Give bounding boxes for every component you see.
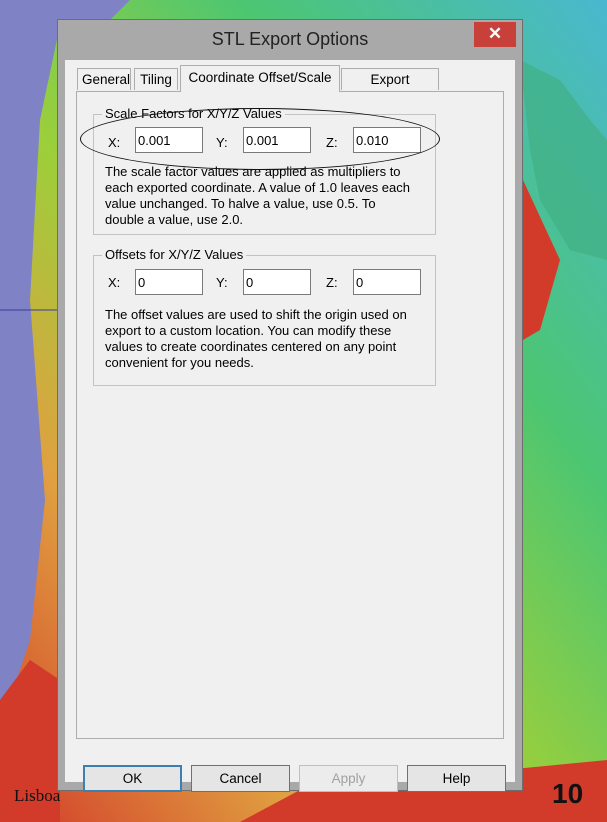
help-button[interactable]: Help bbox=[407, 765, 506, 792]
map-label-lisboa: Lisboa bbox=[14, 786, 61, 805]
scale-y-input[interactable] bbox=[243, 127, 311, 153]
tab-panel-coordinate-offset-scale: Scale Factors for X/Y/Z Values X: Y: Z: … bbox=[76, 91, 504, 739]
scale-factors-group: Scale Factors for X/Y/Z Values X: Y: Z: … bbox=[93, 106, 436, 235]
offsets-description: The offset values are used to shift the … bbox=[105, 307, 407, 371]
scale-z-input[interactable] bbox=[353, 127, 421, 153]
scale-description: The scale factor values are applied as m… bbox=[105, 164, 410, 228]
tab-coordinate-offset-scale[interactable]: Coordinate Offset/Scale bbox=[180, 65, 340, 92]
ok-button[interactable]: OK bbox=[83, 765, 182, 792]
offsets-description-line: The offset values are used to shift the … bbox=[105, 307, 407, 322]
offset-z-label: Z: bbox=[326, 275, 338, 290]
tab-general[interactable]: General bbox=[77, 68, 131, 90]
apply-button[interactable]: Apply bbox=[299, 765, 398, 792]
offset-y-label: Y: bbox=[216, 275, 228, 290]
offset-y-input[interactable] bbox=[243, 269, 311, 295]
offsets-description-line: convenient for you needs. bbox=[105, 355, 254, 370]
stl-export-options-dialog: STL Export Options ✕ General Tiling Coor… bbox=[57, 19, 523, 792]
window-title: STL Export Options bbox=[211, 29, 369, 49]
offset-x-input[interactable] bbox=[135, 269, 203, 295]
title-bar[interactable]: STL Export Options ✕ bbox=[58, 20, 522, 60]
scale-description-line: each exported coordinate. A value of 1.0… bbox=[105, 180, 410, 195]
scale-z-label: Z: bbox=[326, 135, 338, 150]
scale-factors-title: Scale Factors for X/Y/Z Values bbox=[102, 106, 285, 121]
scale-x-label: X: bbox=[108, 135, 121, 150]
offset-x-label: X: bbox=[108, 275, 121, 290]
page-number: 10 bbox=[552, 778, 584, 809]
offset-z-input[interactable] bbox=[353, 269, 421, 295]
tab-tiling[interactable]: Tiling bbox=[134, 68, 178, 90]
scale-description-line: double a value, use 2.0. bbox=[105, 212, 244, 227]
dialog-client-area: General Tiling Coordinate Offset/Scale E… bbox=[65, 60, 515, 792]
close-button[interactable]: ✕ bbox=[474, 22, 516, 47]
cancel-button[interactable]: Cancel bbox=[191, 765, 290, 792]
scale-x-input[interactable] bbox=[135, 127, 203, 153]
offsets-description-line: values to create coordinates centered on… bbox=[105, 339, 397, 354]
scale-description-line: value unchanged. To halve a value, use 0… bbox=[105, 196, 376, 211]
tab-export-bounds[interactable]: Export Bounds bbox=[341, 68, 439, 109]
offsets-group: Offsets for X/Y/Z Values X: Y: Z: The of… bbox=[93, 247, 436, 386]
scale-description-line: The scale factor values are applied as m… bbox=[105, 164, 401, 179]
offsets-description-line: export to a custom location. You can mod… bbox=[105, 323, 392, 338]
scale-y-label: Y: bbox=[216, 135, 228, 150]
offsets-title: Offsets for X/Y/Z Values bbox=[102, 247, 247, 262]
